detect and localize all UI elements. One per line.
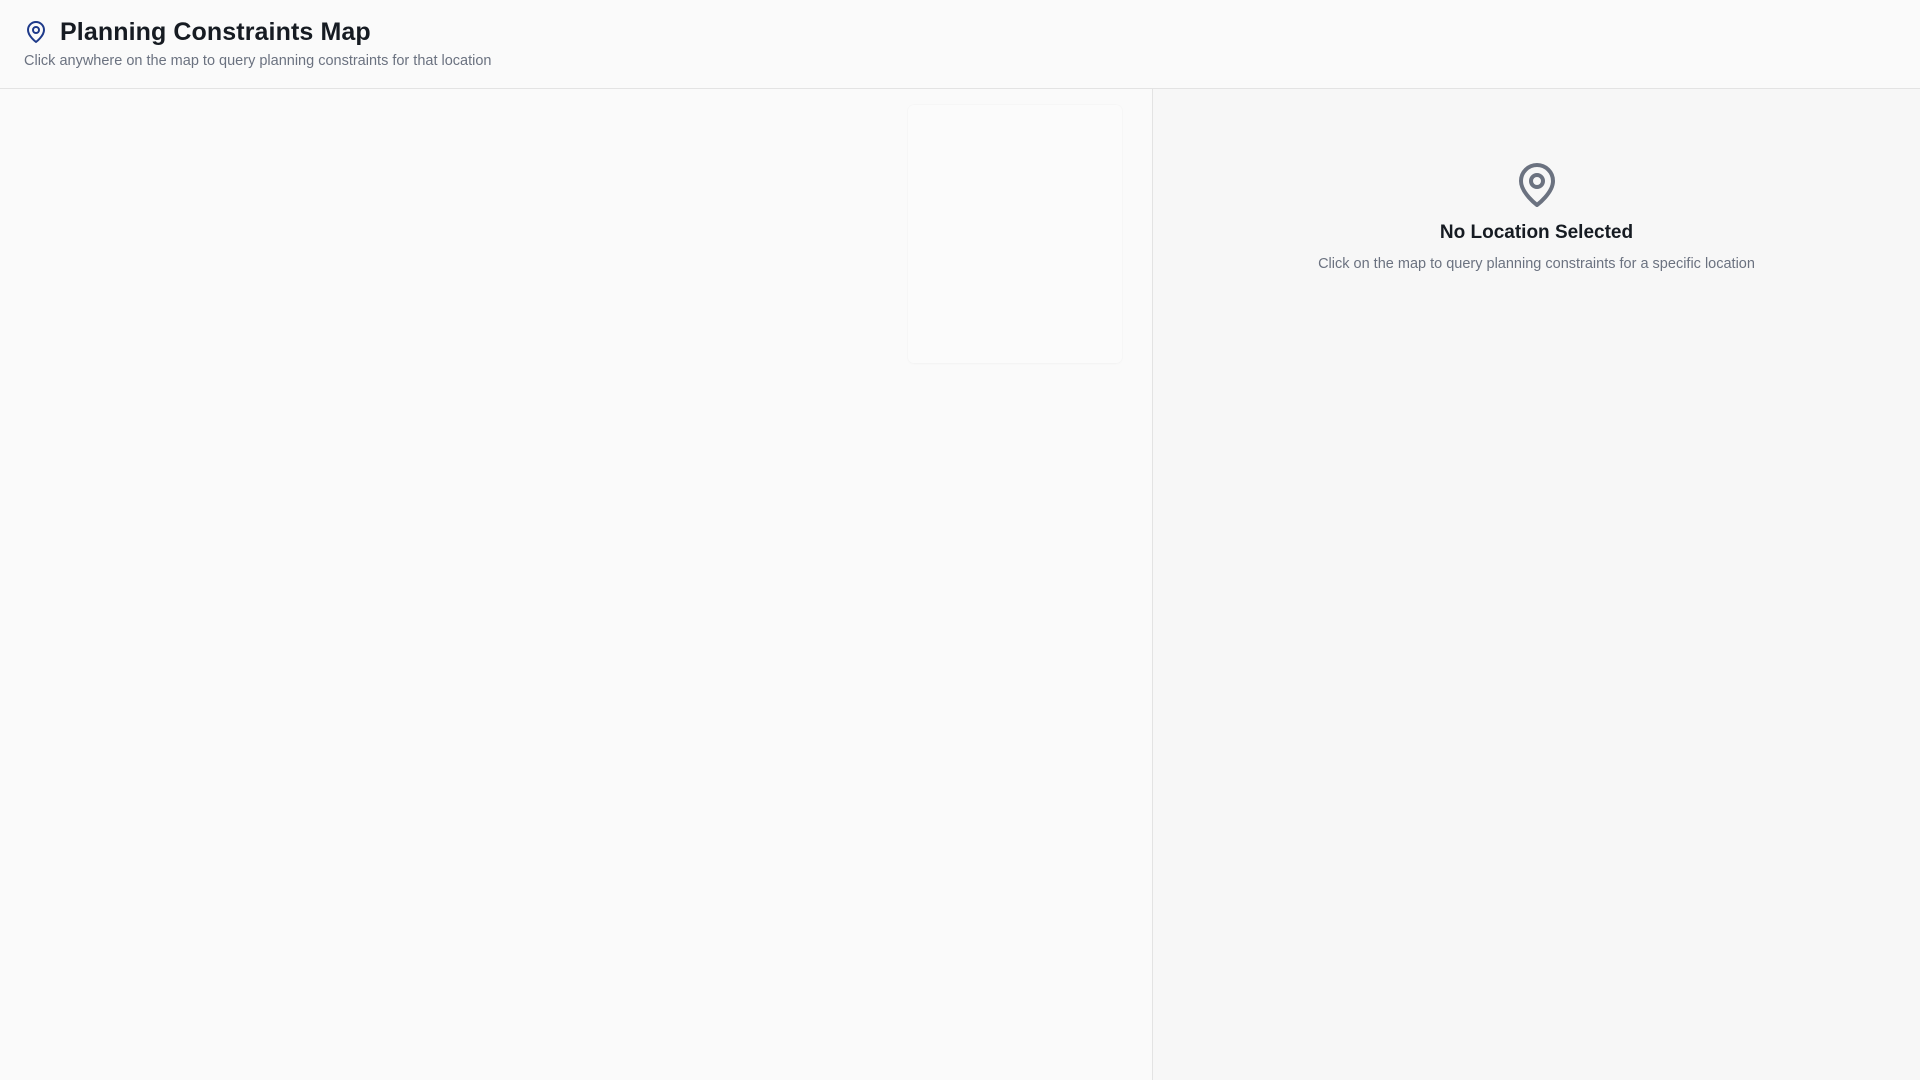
title-row: Planning Constraints Map xyxy=(24,16,371,48)
map-pin-icon xyxy=(1513,161,1561,209)
constraints-panel: No Location Selected Click on the map to… xyxy=(1152,89,1920,1080)
map-overlay-panel xyxy=(908,105,1122,363)
page-title: Planning Constraints Map xyxy=(60,17,371,46)
empty-state: No Location Selected Click on the map to… xyxy=(1153,161,1920,272)
map-pin-icon xyxy=(24,20,48,44)
app-header: Planning Constraints Map Click anywhere … xyxy=(0,0,1920,89)
empty-state-title: No Location Selected xyxy=(1439,222,1634,243)
empty-state-text: Click on the map to query planning const… xyxy=(1318,256,1755,272)
page-subtitle: Click anywhere on the map to query plann… xyxy=(24,53,492,69)
map-canvas[interactable] xyxy=(0,89,1152,1080)
